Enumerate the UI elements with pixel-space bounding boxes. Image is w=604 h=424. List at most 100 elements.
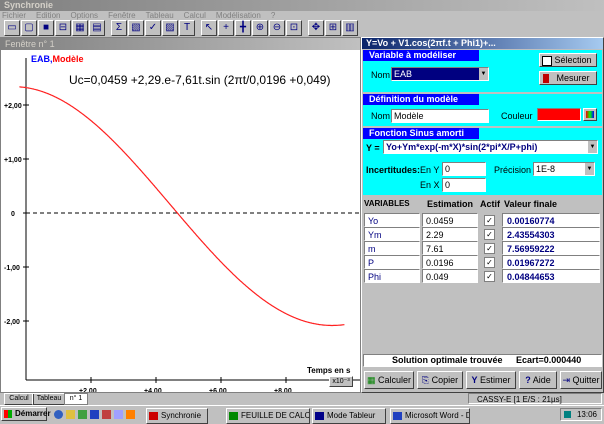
en-y-input[interactable]: 0 bbox=[442, 162, 486, 176]
excel-icon[interactable] bbox=[78, 410, 87, 419]
calculate-icon: ▦ bbox=[366, 375, 376, 385]
estimation-input[interactable]: 0.0196 bbox=[422, 255, 478, 269]
media-icon[interactable] bbox=[126, 410, 135, 419]
variable-name: m bbox=[364, 241, 420, 255]
active-checkbox[interactable]: ✓ bbox=[484, 255, 498, 269]
estimation-input[interactable]: 7.61 bbox=[422, 241, 478, 255]
tray-icon[interactable] bbox=[564, 411, 571, 418]
menu-item-6[interactable]: Modélisation bbox=[216, 11, 261, 20]
desktop-icon[interactable] bbox=[114, 410, 123, 419]
y-tick-label: +1,00 bbox=[4, 157, 22, 164]
y-tick-label: -1,00 bbox=[4, 265, 20, 272]
check-icon[interactable]: ✓ bbox=[145, 20, 161, 36]
y-tick-label: +2,00 bbox=[4, 103, 22, 110]
window-icon[interactable]: ⊟ bbox=[55, 20, 71, 36]
menu-item-5[interactable]: Calcul bbox=[184, 11, 206, 20]
word-icon bbox=[393, 412, 402, 420]
menu-item-1[interactable]: Edition bbox=[36, 11, 60, 20]
save-icon[interactable]: ■ bbox=[38, 20, 54, 36]
open-icon[interactable]: ▢ bbox=[21, 20, 37, 36]
grid-icon[interactable]: ▤ bbox=[89, 20, 105, 36]
quit-button[interactable]: ⇥ Quitter bbox=[560, 371, 602, 389]
precision-label: Précision bbox=[494, 165, 532, 175]
menu-item-0[interactable]: Fichier bbox=[2, 11, 26, 20]
new-icon[interactable]: ▭ bbox=[4, 20, 20, 36]
graph-canvas[interactable]: +2,00 +1,00 0 -1,00 -2,00 +2,00 +4,00 +6,00 +8,0… bbox=[1, 50, 360, 392]
zoom-icon[interactable]: ⊕ bbox=[252, 20, 268, 36]
chart-icon[interactable]: ▨ bbox=[162, 20, 178, 36]
browser-icon[interactable] bbox=[54, 410, 63, 419]
active-checkbox[interactable]: ✓ bbox=[484, 213, 498, 227]
crosshair-icon[interactable]: + bbox=[218, 20, 234, 36]
app-icon[interactable] bbox=[102, 410, 111, 419]
menu-item-3[interactable]: Fenêtre bbox=[108, 11, 136, 20]
data-icon[interactable]: ▧ bbox=[128, 20, 144, 36]
estimation-input[interactable]: 0.049 bbox=[422, 269, 478, 283]
en-x-label: En X bbox=[420, 180, 440, 190]
model-name-input[interactable]: Modèle bbox=[391, 109, 489, 123]
y-equals-label: Y = bbox=[366, 143, 380, 153]
color-picker-button[interactable] bbox=[583, 108, 597, 121]
definition-section: Définition du modèle Nom Modèle Couleur bbox=[363, 94, 602, 126]
text-icon[interactable]: T bbox=[179, 20, 195, 36]
active-checkbox[interactable]: ✓ bbox=[484, 241, 498, 255]
grid-toggle-icon[interactable]: ⊞ bbox=[325, 20, 341, 36]
checkbox-check-icon: ✓ bbox=[484, 215, 495, 226]
estimate-icon: Y bbox=[471, 375, 478, 385]
table-row: P 0.0196 ✓ 0.01967272 bbox=[362, 255, 604, 269]
measure-button[interactable]: Mesurer bbox=[539, 71, 597, 85]
final-value: 7.56959222 bbox=[502, 241, 600, 255]
help-icon: ? bbox=[525, 375, 531, 385]
active-checkbox[interactable]: ✓ bbox=[484, 269, 498, 283]
color-swatch[interactable] bbox=[537, 108, 581, 121]
menu-item-7[interactable]: ? bbox=[271, 11, 275, 20]
model-equation: Uc=0,0459 +2,29.e-7,61t.sin (2πt/0,0196 … bbox=[69, 73, 331, 87]
tab-tableau[interactable]: Tableau bbox=[32, 393, 66, 405]
sum-icon[interactable]: Σ bbox=[111, 20, 127, 36]
variable-name: Phi bbox=[364, 269, 420, 283]
model-name-label: Nom bbox=[371, 111, 391, 121]
word-icon[interactable] bbox=[90, 410, 99, 419]
cursor-icon[interactable]: ╋ bbox=[235, 20, 251, 36]
variable-name-select[interactable]: EAB ▼ bbox=[391, 67, 489, 81]
app-title: Synchronie bbox=[4, 0, 54, 10]
copy-icon: ⎘ bbox=[421, 375, 430, 385]
estimation-input[interactable]: 2.29 bbox=[422, 227, 478, 241]
column-header-final-value: Valeur finale bbox=[504, 199, 558, 209]
pan-icon[interactable]: ✥ bbox=[308, 20, 324, 36]
pointer-icon[interactable]: ↖ bbox=[201, 20, 217, 36]
help-button[interactable]: ? Aide bbox=[519, 371, 557, 389]
table-icon[interactable]: ▦ bbox=[72, 20, 88, 36]
toolbar: ▭ ▢ ■ ⊟ ▦ ▤ Σ ▧ ✓ ▨ T ↖ + ╋ ⊕ ⊖ ⊡ ✥ ⊞ ▥ bbox=[2, 20, 602, 37]
table-icon bbox=[315, 412, 324, 420]
tab-calcul[interactable]: Calcul bbox=[4, 393, 34, 405]
model-dialog-title-bar: Y=Vo + V1.cos(2πf.t + Phi1)+... bbox=[362, 38, 603, 49]
zoom-out-icon[interactable]: ⊖ bbox=[269, 20, 285, 36]
calculate-button[interactable]: ▦ Calculer bbox=[364, 371, 414, 389]
folder-icon[interactable] bbox=[66, 410, 75, 419]
fit-icon[interactable]: ⊡ bbox=[286, 20, 302, 36]
final-value: 0.04844653 bbox=[502, 269, 600, 283]
tab-graph[interactable]: n° 1 bbox=[64, 393, 88, 405]
synchronie-icon bbox=[149, 412, 158, 420]
chevron-down-icon: ▼ bbox=[585, 163, 594, 175]
final-value: 2.43554303 bbox=[502, 227, 600, 241]
menu-item-4[interactable]: Tableau bbox=[146, 11, 174, 20]
start-button[interactable]: Démarrer bbox=[1, 407, 51, 421]
estimate-button[interactable]: Y Estimer bbox=[466, 371, 516, 389]
table-header: VARIABLES Estimation Actif Valeur finale bbox=[362, 197, 604, 211]
active-checkbox[interactable]: ✓ bbox=[484, 227, 498, 241]
menu-item-2[interactable]: Options bbox=[70, 11, 98, 20]
function-section-heading: Fonction Sinus amorti bbox=[363, 128, 479, 139]
x-tick-label: +2,00 bbox=[79, 388, 97, 392]
en-x-input[interactable]: 0 bbox=[442, 178, 486, 192]
formula-select[interactable]: Yo+Ym*exp(-m*X)*sin(2*pi*X/P+phi) ▼ bbox=[383, 140, 598, 154]
precision-select[interactable]: 1E-8 ▼ bbox=[533, 162, 595, 176]
x-scale-button[interactable]: x10⁻³ bbox=[329, 376, 353, 387]
stats-icon[interactable]: ▥ bbox=[342, 20, 358, 36]
variable-name: P bbox=[364, 255, 420, 269]
color-label: Couleur bbox=[501, 111, 533, 121]
selection-button[interactable]: Sélection bbox=[539, 53, 597, 67]
estimation-input[interactable]: 0.0459 bbox=[422, 213, 478, 227]
copy-button[interactable]: ⎘ Copier bbox=[417, 371, 463, 389]
